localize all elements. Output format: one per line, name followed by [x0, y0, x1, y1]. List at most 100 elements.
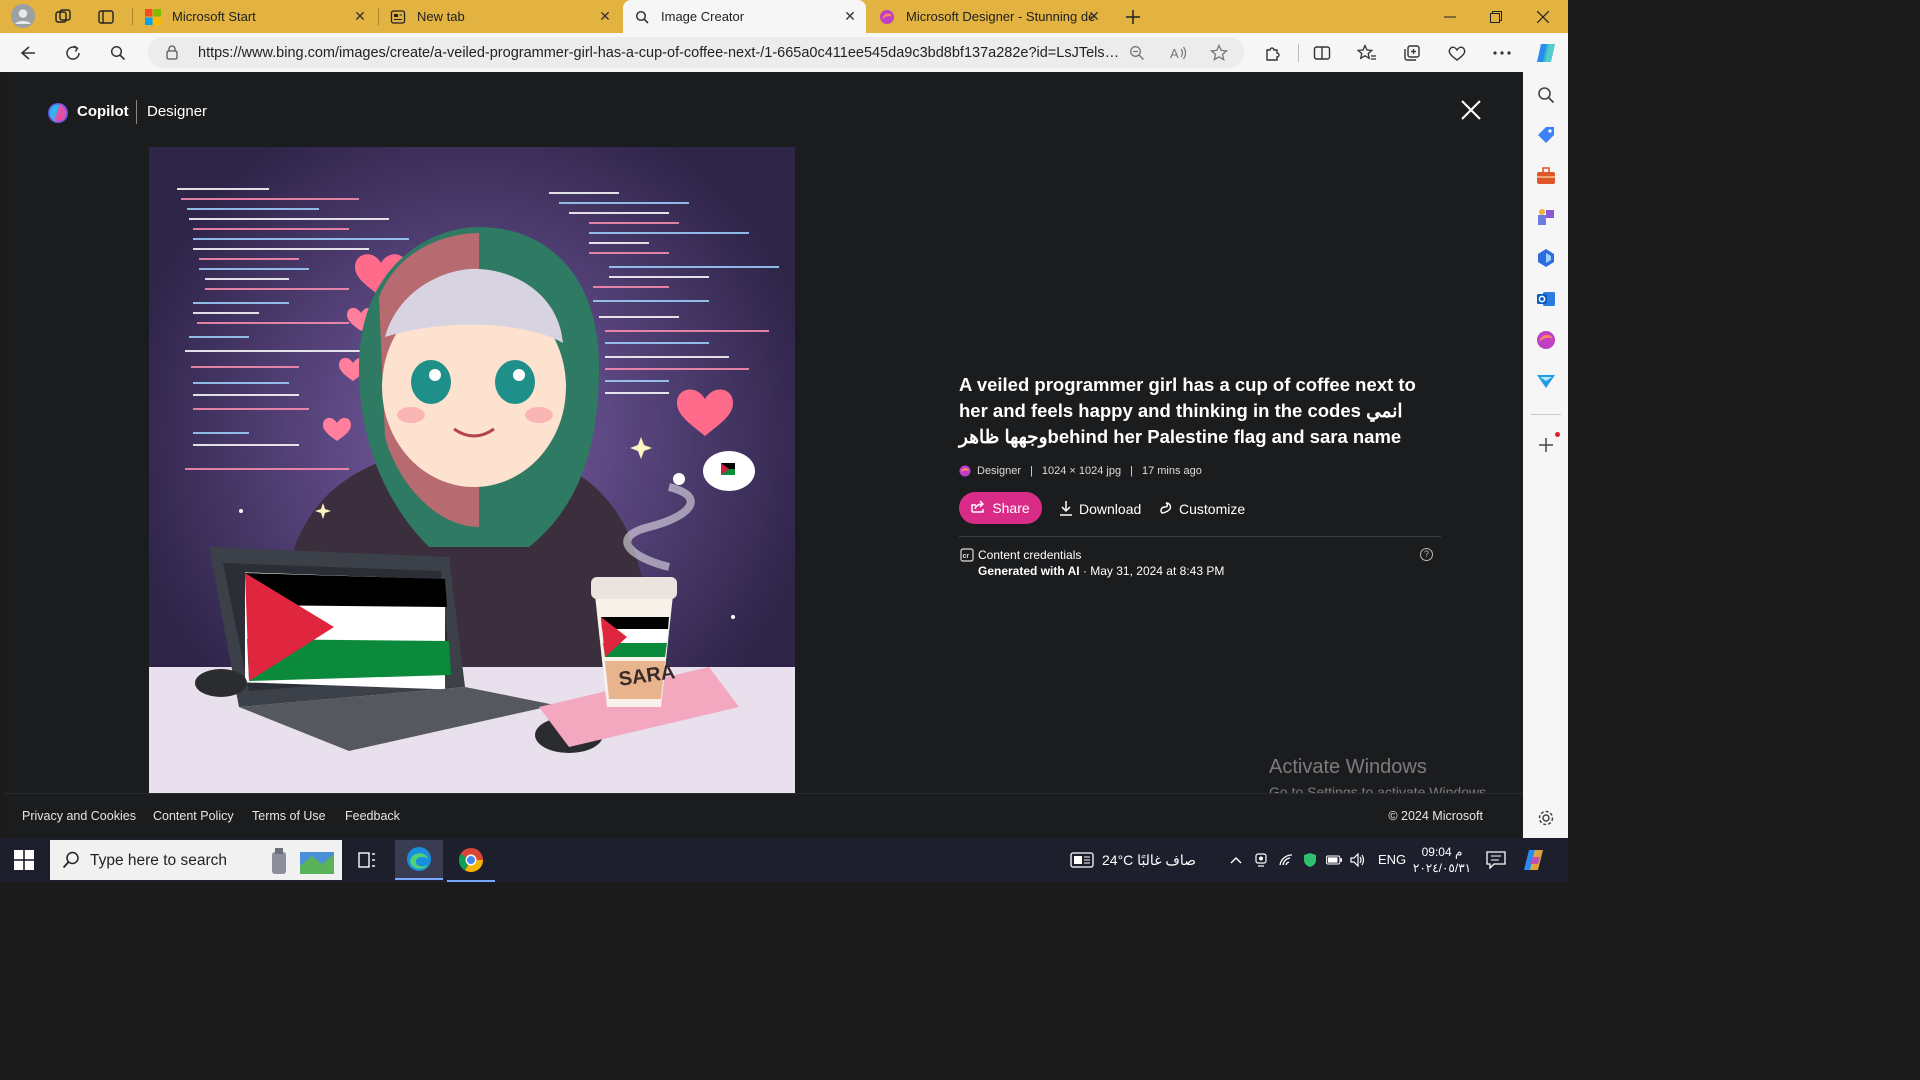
download-label: Download	[1079, 501, 1142, 517]
help-icon[interactable]: ?	[1420, 548, 1433, 561]
tab-title: Microsoft Start	[172, 9, 256, 24]
close-tab-icon[interactable]: ✕	[352, 8, 368, 24]
address-bar[interactable]: https://www.bing.com/images/create/a-vei…	[148, 37, 1244, 68]
drop-send-icon[interactable]	[1535, 370, 1557, 392]
tab-image-creator[interactable]: Image Creator ✕	[623, 0, 866, 33]
task-view-icon[interactable]	[343, 840, 391, 880]
tab-separator	[132, 8, 133, 25]
new-tab-plus-icon[interactable]	[1121, 5, 1145, 29]
activation-watermark-title: Activate Windows	[1269, 756, 1427, 778]
copilot-sidebar-icon[interactable]	[1532, 39, 1560, 67]
split-screen-icon[interactable]	[1308, 39, 1336, 67]
tools-briefcase-icon[interactable]	[1535, 165, 1557, 187]
browser-essentials-icon[interactable]	[1443, 39, 1471, 67]
weather-icon[interactable]	[1070, 852, 1094, 868]
battery-icon[interactable]	[1326, 852, 1342, 868]
close-tab-icon[interactable]: ✕	[1086, 8, 1102, 24]
close-window-icon[interactable]	[1520, 0, 1566, 33]
copilot-taskbar-icon[interactable]	[1522, 848, 1546, 872]
content-credentials-title[interactable]: Content credentials	[978, 548, 1081, 562]
refresh-icon[interactable]	[59, 39, 87, 67]
footer-link-content-policy[interactable]: Content Policy	[153, 809, 234, 823]
sidebar-search-icon[interactable]	[1535, 84, 1557, 106]
image-source: Designer	[977, 465, 1022, 477]
favorite-star-icon[interactable]	[1208, 42, 1230, 64]
profile-avatar[interactable]	[10, 3, 36, 29]
security-shield-icon[interactable]	[1302, 852, 1318, 868]
minimize-icon[interactable]	[1427, 0, 1473, 33]
close-tab-icon[interactable]: ✕	[597, 8, 613, 24]
chrome-taskbar-icon[interactable]	[447, 840, 495, 880]
zoom-out-icon[interactable]	[1126, 42, 1148, 64]
shopping-tag-icon[interactable]	[1535, 124, 1557, 146]
share-button[interactable]: Share	[959, 492, 1042, 524]
image-prompt-title: A veiled programmer girl has a cup of co…	[959, 374, 1416, 447]
chevron-up-icon[interactable]	[1228, 852, 1244, 868]
generated-date: · May 31, 2024 at 8:43 PM	[1082, 564, 1225, 578]
footer-link-privacy[interactable]: Privacy and Cookies	[22, 809, 136, 823]
meta-separator: |	[1030, 465, 1033, 477]
share-icon	[971, 500, 985, 516]
designer-brand[interactable]: Designer	[147, 103, 207, 120]
favorites-icon[interactable]	[1353, 39, 1381, 67]
copilot-logo-icon[interactable]	[47, 102, 69, 124]
image-detail-page: Copilot Designer SARA A veiled programme…	[5, 72, 1523, 838]
footer-link-terms[interactable]: Terms of Use	[252, 809, 326, 823]
footer-link-feedback[interactable]: Feedback	[345, 809, 400, 823]
url-text[interactable]: https://www.bing.com/images/create/a-vei…	[198, 45, 1120, 61]
close-tab-icon[interactable]: ✕	[842, 8, 858, 24]
read-aloud-icon[interactable]: A	[1168, 42, 1190, 64]
search-icon[interactable]	[104, 39, 132, 67]
notifications-icon[interactable]	[1486, 851, 1506, 869]
designer-icon	[878, 8, 896, 26]
customize-button[interactable]: Customize	[1159, 500, 1245, 518]
brand-divider	[136, 100, 137, 124]
microsoft-logo-icon	[144, 8, 162, 26]
image-age: 17 mins ago	[1141, 465, 1202, 477]
download-icon	[1059, 500, 1073, 519]
svg-text:cr: cr	[963, 553, 970, 560]
copyright: © 2024 Microsoft	[1388, 809, 1483, 823]
designer-icon	[959, 465, 971, 477]
close-icon[interactable]	[1457, 96, 1485, 124]
clock-date: ٢٠٢٤/٠٥/٣١	[1412, 861, 1472, 875]
input-language[interactable]: ENG	[1378, 852, 1406, 867]
toolbar-separator	[1298, 44, 1299, 62]
detail-divider	[959, 536, 1441, 537]
outlook-icon[interactable]	[1535, 288, 1557, 310]
camera-icon[interactable]	[1253, 852, 1269, 868]
customize-label: Customize	[1179, 501, 1246, 517]
image-dimensions: 1024 × 1024 jpg	[1041, 465, 1122, 477]
copilot-brand[interactable]: Copilot	[77, 103, 129, 120]
download-button[interactable]: Download	[1059, 500, 1141, 518]
windows-start-icon[interactable]	[14, 850, 34, 870]
taskbar-clock[interactable]: 09:04 م ٢٠٢٤/٠٥/٣١	[1412, 844, 1472, 876]
add-sidebar-app-icon[interactable]	[1535, 434, 1557, 456]
generated-image[interactable]: SARA	[149, 147, 795, 793]
designer-app-icon[interactable]	[1535, 329, 1557, 351]
tab-title: Image Creator	[661, 9, 745, 24]
games-icon[interactable]	[1535, 206, 1557, 228]
edge-taskbar-icon[interactable]	[395, 840, 443, 880]
lock-icon[interactable]	[164, 44, 180, 60]
collections-icon[interactable]	[1398, 39, 1426, 67]
workspaces-icon[interactable]	[51, 5, 75, 29]
wifi-icon[interactable]	[1278, 852, 1294, 868]
extensions-icon[interactable]	[1259, 39, 1287, 67]
microsoft-365-icon[interactable]	[1535, 247, 1557, 269]
tab-actions-icon[interactable]	[94, 5, 118, 29]
volume-icon[interactable]	[1350, 852, 1366, 868]
sidebar-settings-gear-icon[interactable]	[1535, 807, 1557, 829]
restore-icon[interactable]	[1473, 0, 1519, 33]
windows-taskbar: Type here to search 24°C صاف غالبًا ENG …	[0, 838, 1568, 882]
more-options-icon[interactable]	[1488, 39, 1516, 67]
tab-microsoft-start[interactable]: Microsoft Start ✕	[134, 0, 376, 33]
tab-new-tab[interactable]: New tab ✕	[379, 0, 621, 33]
page-footer: Privacy and Cookies Content Policy Terms…	[5, 793, 1523, 838]
weather-text[interactable]: 24°C صاف غالبًا	[1102, 852, 1196, 869]
content-credentials-icon: cr	[960, 548, 974, 562]
content-credentials-detail: Generated with AI · May 31, 2024 at 8:43…	[978, 564, 1224, 578]
back-arrow-icon[interactable]	[14, 39, 42, 67]
tab-microsoft-designer[interactable]: Microsoft Designer - Stunning de ✕	[868, 0, 1110, 33]
taskbar-search-box[interactable]: Type here to search	[50, 840, 342, 880]
